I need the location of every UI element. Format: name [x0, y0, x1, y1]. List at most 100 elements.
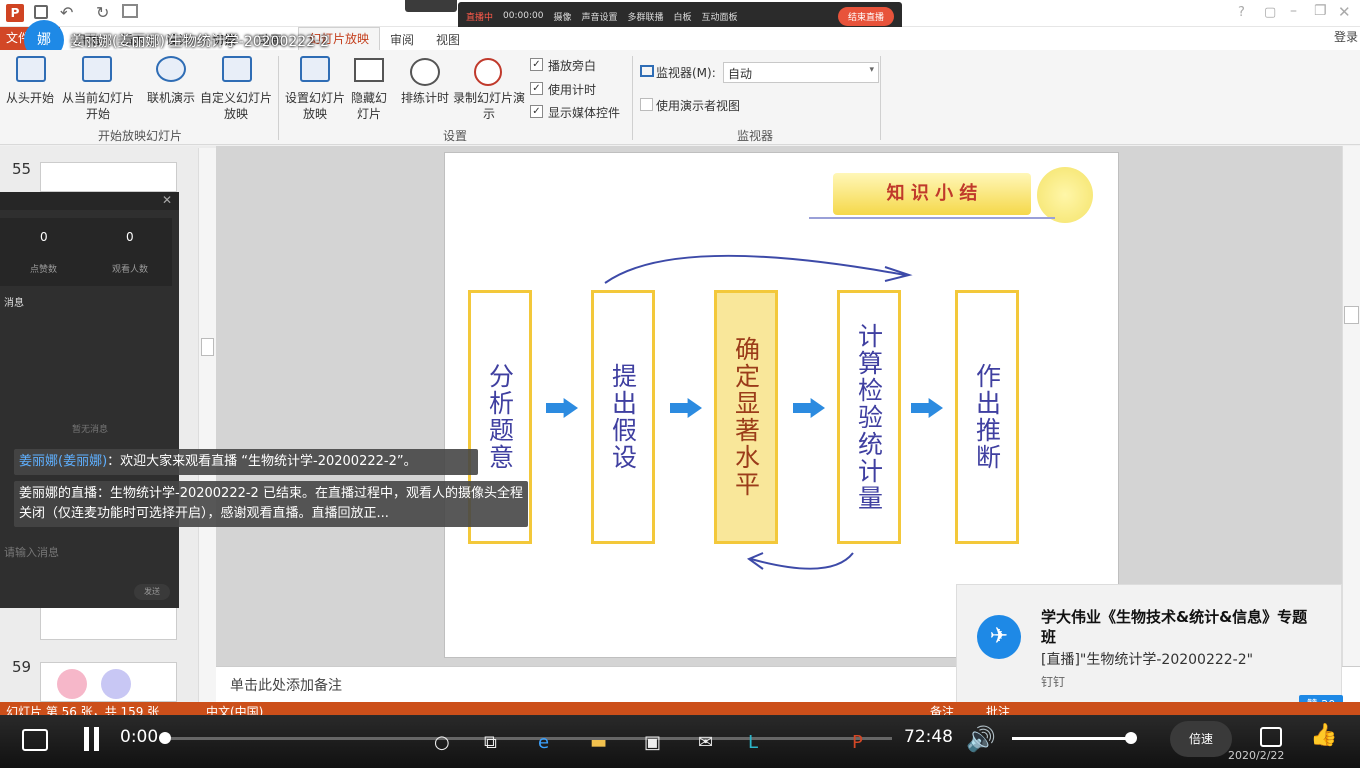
scrollbar-thumb[interactable] [1344, 306, 1359, 324]
message-input[interactable]: 请输入消息 [4, 544, 59, 560]
flow-arrow [793, 398, 825, 418]
live-status: 直播中 [466, 12, 494, 23]
pause-icon[interactable] [94, 727, 99, 751]
progress-track[interactable] [162, 737, 892, 740]
likes-count: 0 [40, 230, 48, 244]
flow-arrow [546, 398, 578, 418]
stream-title: 姜丽娜(姜丽娜)'生物统计学-20200222-2 [70, 34, 330, 50]
from-current-button[interactable]: 从当前幻灯片开始 [58, 90, 138, 122]
custom-show-button[interactable]: 自定义幻灯片放映 [200, 90, 272, 122]
close-button[interactable]: ✕ [1338, 3, 1351, 21]
powerpoint-taskbar-icon[interactable]: P [852, 732, 863, 753]
progress-handle[interactable] [159, 732, 171, 744]
slide-thumbnail-59[interactable] [40, 662, 177, 702]
thumbnail-scrollbar[interactable] [198, 148, 216, 702]
step-box: 作出推断 [955, 290, 1019, 544]
minimize-button[interactable]: – [1290, 3, 1297, 19]
presenter-view-label: 使用演示者视图 [656, 99, 741, 113]
share-icon[interactable] [1260, 727, 1282, 747]
hide-slide-button[interactable]: 隐藏幻灯片 [350, 90, 388, 122]
multi-group-button[interactable]: 多群联播 [627, 10, 663, 23]
record-show-button[interactable]: 录制幻灯片演示 [452, 90, 526, 122]
powerpoint-icon: P [6, 4, 24, 22]
editor-scrollbar[interactable] [1342, 146, 1360, 666]
tab-review[interactable]: 审阅 [390, 31, 414, 48]
custom-show-icon [222, 56, 252, 82]
step-box: 计算检验统计量 [837, 290, 901, 544]
notification-body: [直播]"生物统计学-20200222-2" [1041, 652, 1254, 668]
message-text: 姜丽娜的直播：生物统计学-20200222-2 已结束。在直播过程中，观看人的摄… [19, 486, 523, 521]
chat-header: ✕ [0, 192, 179, 210]
chat-toggle-icon[interactable] [22, 729, 48, 751]
live-toolbar: 直播中 00:00:00 摄像 声音设置 多群联播 白板 互动面板 结束直播 [458, 2, 902, 30]
mail-icon[interactable]: ✉ [698, 732, 713, 753]
folder-icon[interactable]: ▬ [590, 732, 607, 753]
close-icon[interactable]: ✕ [162, 193, 172, 207]
timing-label: 使用计时 [548, 83, 597, 97]
send-button[interactable]: 发送 [134, 584, 170, 600]
flow-arrow [911, 398, 943, 418]
video-player-bar: 0:00 72:48 🔊 倍速 2020/2/22 👍 [0, 715, 1360, 768]
toast-notification[interactable]: ✈ 学大伟业《生物技术&统计&信息》专题班 [直播]"生物统计学-2020022… [956, 584, 1342, 710]
rehearse-timing-icon [410, 58, 440, 86]
step-box: 提出假设 [591, 290, 655, 544]
group-setup-label: 设置 [442, 129, 467, 143]
save-icon[interactable] [34, 5, 48, 19]
slide-thumbnail-55[interactable] [40, 162, 177, 192]
pause-icon[interactable] [84, 727, 89, 751]
app-root: P ↶ ↻ ? ▢ – ❐ ✕ 直播中 00:00:00 摄像 声音设置 多群联… [0, 0, 1360, 768]
volume-slider[interactable] [1012, 737, 1132, 740]
narration-checkbox[interactable]: ✓ [530, 58, 543, 71]
maximize-button[interactable]: ❐ [1314, 3, 1327, 19]
slide-header: 知 识 小 结 [833, 173, 1031, 215]
ribbon-display-icon[interactable]: ▢ [1264, 5, 1276, 20]
search-icon[interactable]: ○ [434, 732, 450, 753]
redo-icon[interactable]: ↻ [96, 3, 109, 22]
from-start-button[interactable]: 从头开始 [2, 90, 58, 106]
help-button[interactable]: ? [1238, 5, 1245, 20]
scrollbar-thumb[interactable] [201, 338, 214, 356]
whiteboard-button[interactable]: 白板 [673, 10, 691, 23]
media-controls-checkbox[interactable]: ✓ [530, 105, 543, 118]
narration-label: 播放旁白 [548, 59, 597, 73]
record-icon [474, 58, 502, 86]
chat-message: 姜丽娜的直播：生物统计学-20200222-2 已结束。在直播过程中，观看人的摄… [14, 481, 528, 527]
audio-settings-button[interactable]: 声音设置 [581, 10, 617, 23]
monitor-select[interactable]: 自动 ▾ [723, 62, 879, 83]
camera-button[interactable]: 摄像 [553, 10, 571, 23]
live-timer: 00:00:00 [503, 11, 544, 21]
online-present-button[interactable]: 联机演示 [142, 90, 200, 106]
login-link[interactable]: 登录 [1334, 28, 1358, 45]
timing-checkbox[interactable]: ✓ [530, 82, 543, 95]
messages-title: 消息 [4, 298, 24, 309]
store-icon[interactable]: ▣ [644, 732, 661, 753]
end-live-button[interactable]: 结束直播 [837, 6, 894, 26]
message-text: ：欢迎大家来观看直播 “生物统计学-20200222-2”。 [107, 454, 417, 469]
present-icon[interactable] [122, 4, 138, 18]
notes-placeholder: 单击此处添加备注 [230, 678, 342, 694]
chevron-down-icon: ▾ [869, 65, 874, 75]
presenter-view-checkbox[interactable] [640, 98, 653, 111]
setup-show-icon [300, 56, 330, 82]
setup-show-button[interactable]: 设置幻灯片放映 [282, 90, 348, 122]
monitor-icon [640, 65, 654, 77]
live-toolbar-handle[interactable] [405, 0, 457, 12]
rehearse-timing-button[interactable]: 排练计时 [396, 90, 454, 106]
decorative-sun [1037, 167, 1093, 223]
loop-arrow-top [604, 254, 913, 284]
volume-icon[interactable]: 🔊 [966, 725, 996, 753]
undo-icon[interactable]: ↶ [60, 3, 73, 22]
edge-icon[interactable]: e [538, 732, 549, 753]
current-slide[interactable]: 知 识 小 结 分析题意 提出假设 确定显著水平 计算检验统计量 作出推断 [444, 152, 1119, 658]
tab-view[interactable]: 视图 [436, 31, 460, 48]
like-icon[interactable]: 👍 [1310, 723, 1337, 748]
hide-slide-icon [354, 58, 384, 82]
app-l-icon[interactable]: L [748, 732, 758, 753]
speed-button[interactable]: 倍速 [1170, 721, 1232, 757]
task-view-icon[interactable]: ⧉ [484, 732, 497, 753]
interaction-panel-button[interactable]: 互动面板 [702, 10, 738, 23]
volume-handle[interactable] [1125, 732, 1137, 744]
flow-arrow [670, 398, 702, 418]
media-controls-label: 显示媒体控件 [548, 106, 621, 120]
step-box-highlight: 确定显著水平 [714, 290, 778, 544]
